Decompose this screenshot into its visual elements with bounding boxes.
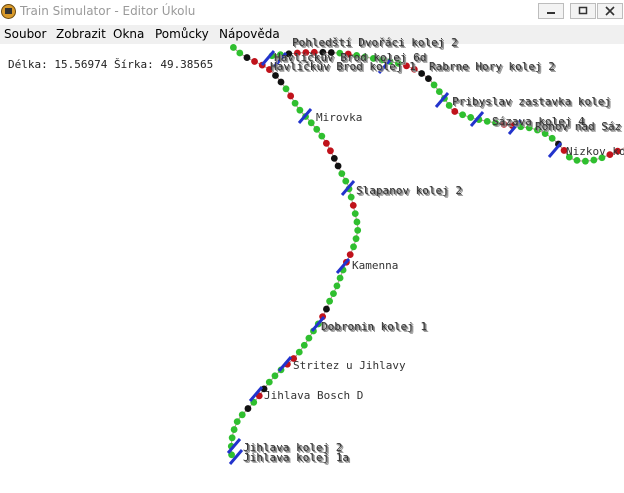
- track-node: [244, 405, 252, 412]
- menu-napoveda[interactable]: Nápověda: [219, 27, 280, 41]
- track-node: [251, 58, 258, 65]
- station-label: Dobronin kolej 1: [321, 320, 427, 333]
- track-node: [430, 81, 438, 89]
- station-label: Nizkov ko: [566, 145, 624, 158]
- menu-okna[interactable]: Okna: [113, 27, 144, 41]
- track-node: [326, 297, 333, 305]
- track-node: [342, 177, 350, 185]
- track-node: [287, 92, 295, 100]
- track-node: [230, 426, 238, 433]
- track-node: [318, 132, 326, 140]
- track-node: [425, 75, 432, 83]
- station-label: Ronov nad Sáz: [535, 120, 622, 133]
- coordinates-readout: Délka: 15.56974 Šírka: 49.38565: [8, 58, 214, 71]
- track-node: [338, 170, 346, 177]
- track-node: [353, 218, 361, 226]
- window-title: Train Simulator - Editor Úkolu: [20, 4, 196, 18]
- track-node: [233, 418, 241, 426]
- track-node: [350, 243, 357, 251]
- track-node: [351, 210, 359, 218]
- track-node: [330, 290, 337, 298]
- track-node: [282, 85, 290, 93]
- menu-zobrazit[interactable]: Zobrazit: [56, 27, 106, 41]
- close-button[interactable]: [597, 3, 623, 19]
- track-node: [435, 88, 443, 95]
- track-node: [291, 99, 299, 107]
- track-node: [313, 125, 321, 133]
- track-node: [483, 117, 491, 125]
- track-node: [418, 70, 426, 77]
- track-node: [305, 334, 313, 342]
- track-node: [333, 282, 341, 290]
- close-icon: [605, 6, 615, 16]
- station-label: Mirovka: [316, 111, 363, 124]
- station-label: Stritez u Jihlavy: [293, 359, 406, 372]
- track-node: [349, 201, 357, 209]
- station-label: Rabrne Hory kolej 2: [429, 60, 555, 73]
- track-node: [307, 119, 315, 127]
- app-icon: [1, 4, 16, 19]
- track-node: [334, 162, 342, 170]
- menu-soubor[interactable]: Soubor: [4, 27, 46, 41]
- track-node: [336, 274, 344, 282]
- track-node: [271, 372, 279, 380]
- title-bar: Train Simulator - Editor Úkolu: [0, 0, 624, 26]
- track-map[interactable]: [0, 44, 624, 493]
- track-node: [451, 108, 459, 115]
- track-node: [265, 378, 273, 386]
- station-marker: [547, 142, 563, 158]
- track-node: [229, 44, 237, 51]
- station-label: Jihlava Bosch D: [264, 389, 364, 402]
- track-node: [354, 226, 362, 234]
- track-node: [300, 341, 308, 349]
- track-node: [548, 134, 556, 142]
- station-label: Havlíčkův Brod kolej 1: [270, 60, 416, 73]
- track-node: [582, 157, 589, 165]
- map-canvas[interactable]: [0, 44, 624, 493]
- station-label: Jihlava kolej 1a: [243, 451, 349, 464]
- track-node: [228, 434, 236, 442]
- track-node: [467, 114, 475, 121]
- track-node: [272, 72, 279, 79]
- station-label: Kamenna: [352, 259, 399, 272]
- track-node: [346, 251, 354, 259]
- track-node: [323, 305, 330, 313]
- track-node: [327, 147, 334, 155]
- maximize-icon: [578, 6, 588, 15]
- track-node: [459, 111, 467, 119]
- minimize-icon: [547, 12, 555, 14]
- station-label: Slapanov kolej 2: [356, 184, 462, 197]
- track-node: [330, 154, 338, 162]
- track-node: [322, 139, 330, 147]
- minimize-button[interactable]: [538, 3, 564, 19]
- track-node: [277, 78, 285, 86]
- track-node: [347, 193, 355, 201]
- maximize-button[interactable]: [570, 3, 596, 19]
- station-markers: [226, 50, 563, 465]
- track-node: [296, 106, 304, 114]
- track-node: [236, 49, 244, 57]
- track-node: [238, 411, 246, 419]
- track-node: [352, 235, 360, 243]
- track-node: [295, 348, 303, 356]
- menu-pomucky[interactable]: Pomůcky: [155, 27, 209, 41]
- station-label: Pribyslav zastavka kolej: [452, 95, 611, 108]
- station-label: Pohledští Dvořáci kolej 2: [292, 36, 458, 49]
- track-node: [573, 156, 581, 164]
- track-node: [243, 54, 251, 61]
